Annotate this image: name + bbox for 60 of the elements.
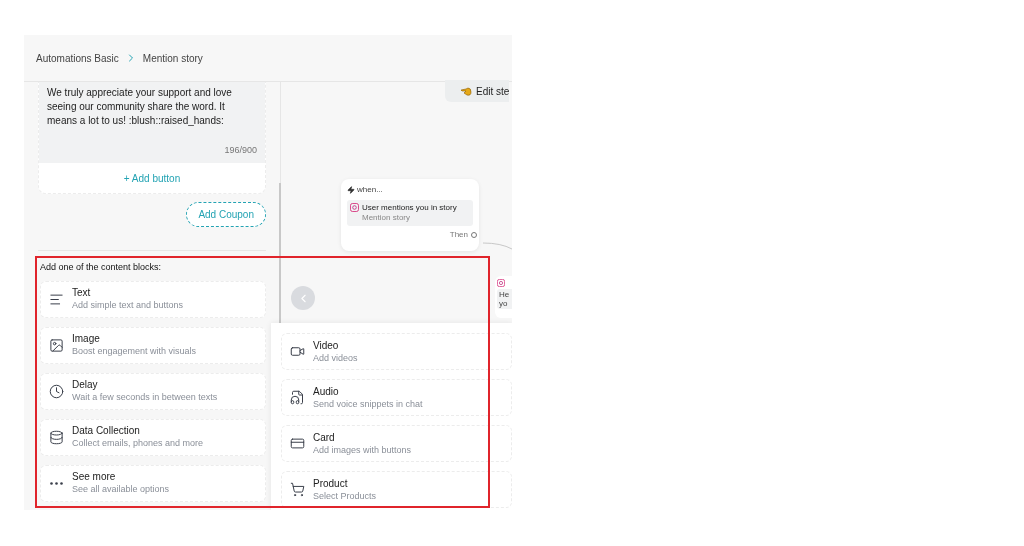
clock-icon <box>49 383 64 399</box>
image-icon <box>49 337 64 353</box>
lines-icon <box>49 291 64 307</box>
breadcrumb-item[interactable]: Automations Basic <box>36 50 119 66</box>
block-title: Delay <box>72 378 99 391</box>
content-block[interactable]: Data Collection Collect emails, phones and more <box>40 418 266 456</box>
cart-icon <box>290 482 305 497</box>
output-port[interactable] <box>471 232 477 238</box>
bubble-text: yo <box>499 299 509 308</box>
block-description: Add videos <box>313 351 358 365</box>
block-description: Collect emails, phones and more <box>72 437 204 450</box>
trigger-node[interactable]: when... User mentions you in story Mention story Then <box>341 179 479 251</box>
hand-icon <box>461 86 472 96</box>
partial-node[interactable]: He yo <box>495 276 512 318</box>
content-block[interactable]: Video Add videos <box>281 333 512 370</box>
trigger-title: User mentions you in story <box>362 203 457 213</box>
block-description: Boost engagement with visuals <box>72 345 197 358</box>
message-text: We truly appreciate your support and love seeing our community share the word. It means a lot to us! :blush::raised_hands: <box>47 86 233 128</box>
block-title: Video <box>313 338 340 352</box>
trigger-item[interactable]: User mentions you in story Mention story <box>347 200 473 226</box>
card-icon <box>290 436 305 451</box>
block-description: Add images with buttons <box>313 443 412 457</box>
dots-icon <box>50 481 63 485</box>
back-button[interactable] <box>291 286 315 310</box>
block-title: Text <box>72 286 92 299</box>
instagram-icon <box>350 203 359 212</box>
block-title: See more <box>72 470 117 483</box>
video-camera-icon <box>290 344 305 359</box>
content-block[interactable]: Image Boost engagement with visuals <box>40 326 266 364</box>
blocks-heading: Add one of the content blocks: <box>40 261 163 274</box>
port-label: Then <box>449 229 468 241</box>
instagram-icon <box>497 279 505 287</box>
char-counter: 196/900 <box>224 143 257 157</box>
scrollbar[interactable] <box>279 183 281 323</box>
block-title: Data Collection <box>72 424 141 437</box>
block-description: Select Products <box>313 489 377 503</box>
block-title: Image <box>72 332 101 345</box>
block-description: Wait a few seconds in between texts <box>72 391 218 404</box>
content-block[interactable]: Product Select Products <box>281 471 512 508</box>
block-description: Send voice snippets in chat <box>313 397 423 411</box>
message-textarea[interactable]: We truly appreciate your support and love seeing our community share the word. It means a lot to us! :blush::raised_hands: 196/900 <box>39 82 265 163</box>
node-label: when... <box>357 184 383 196</box>
content-block[interactable]: Audio Send voice snippets in chat <box>281 379 512 416</box>
content-block[interactable]: Text Add simple text and buttons <box>40 280 266 318</box>
audio-file-icon <box>290 390 305 405</box>
block-title: Product <box>313 476 349 490</box>
lightning-icon <box>347 186 355 194</box>
edit-steps-button[interactable]: Edit ste <box>445 80 510 102</box>
database-icon <box>49 429 64 445</box>
trigger-subtitle: Mention story <box>362 213 412 223</box>
block-description: Add simple text and buttons <box>72 299 184 312</box>
connector-line <box>483 242 512 250</box>
block-title: Audio <box>313 384 340 398</box>
content-block[interactable]: Card Add images with buttons <box>281 425 512 462</box>
bubble-text: He <box>499 290 511 299</box>
block-description: See all available options <box>72 483 170 496</box>
content-block[interactable]: See more See all available options <box>40 464 266 502</box>
block-title: Card <box>313 430 336 444</box>
breadcrumb-item[interactable]: Mention story <box>142 50 203 66</box>
content-block[interactable]: Delay Wait a few seconds in between texts <box>40 372 266 410</box>
